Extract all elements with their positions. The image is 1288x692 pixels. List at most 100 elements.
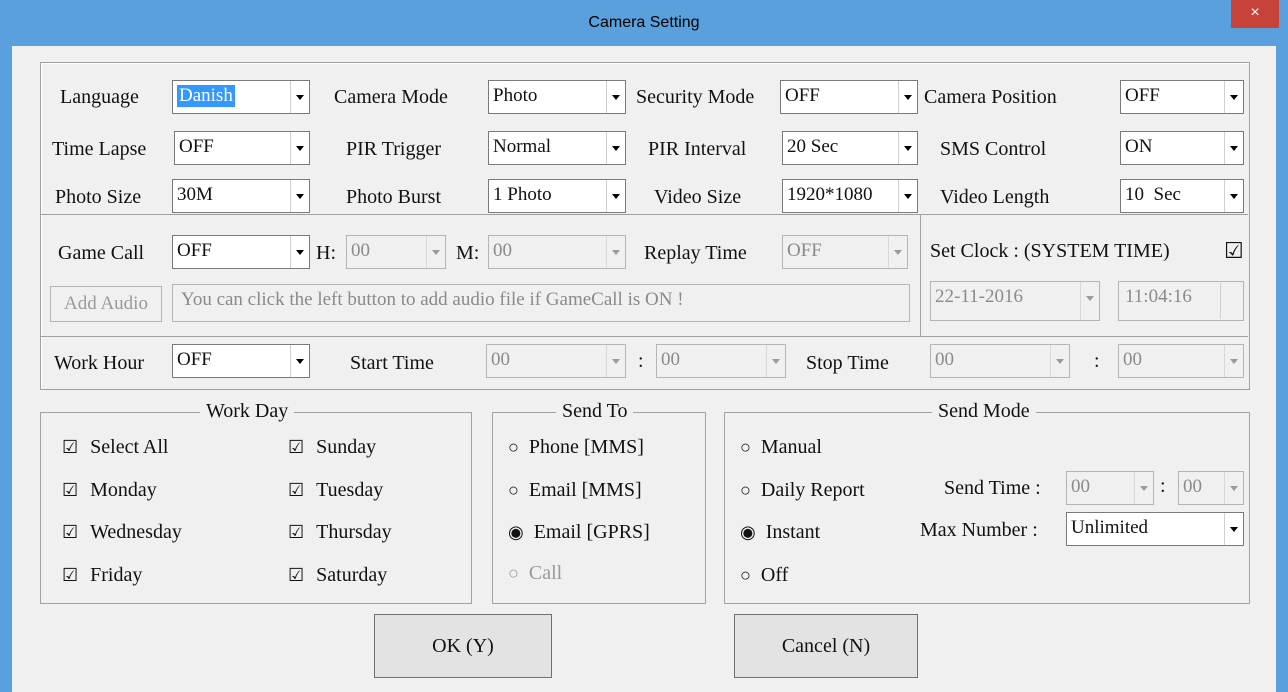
select-all-checkbox[interactable]: ☑ Select All (62, 436, 168, 459)
send-time-label: Send Time : (944, 477, 1041, 499)
replay-time-select[interactable]: OFF (782, 235, 908, 269)
date-picker[interactable]: 22-11-2016 (930, 281, 1100, 321)
checkbox-monday[interactable]: ☑ Monday (62, 479, 157, 502)
window-title: Camera Setting (588, 14, 700, 31)
work-hour-select[interactable]: OFF (172, 344, 310, 378)
radio-email-mms[interactable]: ○ Email [MMS] (508, 479, 642, 502)
system-time-checkbox[interactable]: ☑ (1224, 238, 1244, 264)
time-lapse-select[interactable]: OFF (174, 131, 310, 165)
ok-button[interactable]: OK (Y) (374, 614, 552, 678)
video-size-select[interactable]: 1920*1080 (782, 179, 918, 213)
chevron-down-icon (766, 345, 785, 377)
send-mode-title: Send Mode (932, 400, 1036, 423)
close-icon: × (1250, 4, 1260, 21)
photo-burst-select[interactable]: 1 Photo (488, 179, 626, 213)
divider (41, 214, 1248, 215)
chevron-down-icon (1080, 282, 1099, 320)
chevron-down-icon (290, 132, 309, 164)
chevron-down-icon (606, 81, 625, 113)
chevron-down-icon (290, 236, 309, 268)
start-colon: : (638, 350, 644, 372)
divider (41, 336, 1248, 337)
chevron-down-icon (898, 81, 917, 113)
chevron-down-icon (290, 180, 309, 212)
stop-hour-select[interactable]: 00 (930, 344, 1070, 378)
send-time-minute-select[interactable]: 00 (1178, 471, 1244, 505)
chevron-down-icon (898, 180, 917, 212)
video-size-label: Video Size (654, 186, 742, 208)
stop-minute-select[interactable]: 00 (1118, 344, 1244, 378)
radio-instant[interactable]: ◉ Instant (740, 521, 820, 544)
checkbox-friday[interactable]: ☑ Friday (62, 564, 142, 587)
chevron-down-icon (606, 345, 625, 377)
camera-mode-select[interactable]: Photo (488, 80, 626, 114)
chevron-down-icon (290, 345, 309, 377)
minute-label: M: (456, 242, 480, 264)
stop-colon: : (1094, 350, 1100, 372)
game-call-minute-select[interactable]: 00 (488, 235, 626, 269)
max-number-select[interactable]: Unlimited (1066, 512, 1244, 546)
chevron-down-icon (1224, 472, 1243, 504)
chevron-down-icon (606, 132, 625, 164)
video-length-label: Video Length (940, 186, 1050, 208)
audio-file-field[interactable]: You can click the left button to add aud… (172, 284, 910, 322)
start-hour-select[interactable]: 00 (486, 344, 626, 378)
chevron-down-icon (898, 132, 917, 164)
max-number-label: Max Number : (920, 519, 1038, 541)
checkbox-wednesday[interactable]: ☑ Wednesday (62, 521, 182, 544)
language-select[interactable]: Danish (172, 80, 310, 114)
photo-size-select[interactable]: 30M (172, 179, 310, 213)
send-to-title: Send To (556, 400, 634, 423)
replay-time-label: Replay Time (644, 242, 747, 264)
start-minute-select[interactable]: 00 (656, 344, 786, 378)
radio-daily-report[interactable]: ○ Daily Report (740, 479, 865, 502)
sms-control-label: SMS Control (940, 138, 1047, 160)
pir-trigger-select[interactable]: Normal (488, 131, 626, 165)
pir-interval-label: PIR Interval (648, 138, 747, 160)
checkbox-saturday[interactable]: ☑ Saturday (288, 564, 387, 587)
checkbox-sunday[interactable]: ☑ Sunday (288, 436, 376, 459)
chevron-down-icon (1224, 81, 1243, 113)
chevron-down-icon (426, 236, 445, 268)
send-time-colon: : (1160, 475, 1166, 497)
set-clock-label: Set Clock : (SYSTEM TIME) (930, 240, 1170, 262)
photo-burst-label: Photo Burst (346, 186, 442, 208)
pir-trigger-label: PIR Trigger (346, 138, 442, 160)
radio-phone-mms[interactable]: ○ Phone [MMS] (508, 436, 644, 459)
chevron-down-icon (1224, 132, 1243, 164)
camera-mode-label: Camera Mode (334, 86, 448, 108)
camera-position-select[interactable]: OFF (1120, 80, 1244, 114)
video-length-select[interactable]: 10 Sec (1120, 179, 1244, 213)
language-label: Language (60, 86, 139, 108)
radio-off[interactable]: ○ Off (740, 564, 788, 587)
time-lapse-label: Time Lapse (52, 138, 147, 160)
work-day-title: Work Day (200, 400, 295, 423)
photo-size-label: Photo Size (55, 186, 142, 208)
send-time-hour-select[interactable]: 00 (1066, 471, 1154, 505)
checkbox-tuesday[interactable]: ☑ Tuesday (288, 479, 383, 502)
cancel-button[interactable]: Cancel (N) (734, 614, 918, 678)
radio-call[interactable]: ○ Call (508, 562, 562, 585)
chevron-down-icon (888, 236, 907, 268)
add-audio-button[interactable]: Add Audio (50, 286, 162, 322)
chevron-down-icon (1134, 472, 1153, 504)
start-time-label: Start Time (350, 352, 434, 374)
spinner-arrows-icon[interactable] (1220, 283, 1241, 319)
sms-control-select[interactable]: ON (1120, 131, 1244, 165)
radio-email-gprs[interactable]: ◉ Email [GPRS] (508, 521, 650, 544)
security-mode-select[interactable]: OFF (780, 80, 918, 114)
game-call-select[interactable]: OFF (172, 235, 310, 269)
divider (920, 215, 921, 336)
work-hour-label: Work Hour (54, 352, 145, 374)
pir-interval-select[interactable]: 20 Sec (782, 131, 918, 165)
radio-manual[interactable]: ○ Manual (740, 436, 822, 459)
chevron-down-icon (606, 236, 625, 268)
chevron-down-icon (1050, 345, 1069, 377)
stop-time-label: Stop Time (806, 352, 889, 374)
game-call-hour-select[interactable]: 00 (346, 235, 446, 269)
camera-position-label: Camera Position (924, 86, 1057, 108)
chevron-down-icon (1224, 345, 1243, 377)
checkbox-thursday[interactable]: ☑ Thursday (288, 521, 392, 544)
close-button[interactable]: × (1231, 0, 1279, 28)
chevron-down-icon (1224, 513, 1243, 545)
